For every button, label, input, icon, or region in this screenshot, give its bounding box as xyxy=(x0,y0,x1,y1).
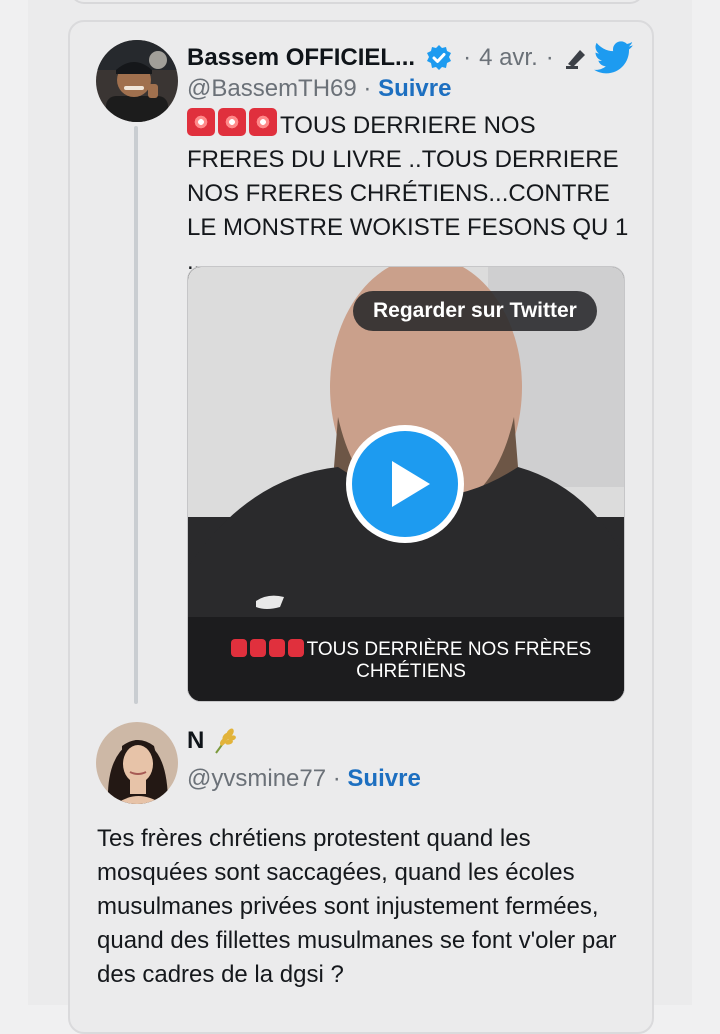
author-name[interactable]: Bassem OFFICIEL... xyxy=(187,44,415,72)
siren-emoji-icon xyxy=(249,108,277,136)
wheat-icon xyxy=(215,728,237,754)
reply-author-name[interactable]: N xyxy=(187,727,204,755)
watch-on-twitter-button[interactable]: Regarder sur Twitter xyxy=(353,291,597,331)
reply-author-handle[interactable]: @yvsmine77 xyxy=(187,765,326,792)
video-player[interactable]: Regarder sur Twitter TOUS DERRIÈRE NOS F… xyxy=(187,266,625,702)
separator: · xyxy=(363,75,372,102)
reply-follow-button[interactable]: Suivre xyxy=(347,765,420,792)
thread-line xyxy=(134,126,138,704)
twitter-bird-icon[interactable] xyxy=(593,41,634,75)
video-caption-text: TOUS DERRIÈRE NOS FRÈRES CHRÉTIENS xyxy=(306,639,592,682)
separator: · xyxy=(332,765,341,792)
siren-emoji-icon xyxy=(249,639,266,657)
play-icon xyxy=(352,431,458,537)
follow-button[interactable]: Suivre xyxy=(378,75,451,102)
reply-text: Tes frères chrétiens protestent quand le… xyxy=(97,825,617,988)
tweet-body: TOUS DERRIERE NOS FRERES DU LIVRE ..TOUS… xyxy=(187,112,629,275)
caret-icon[interactable] xyxy=(564,46,588,70)
author-avatar[interactable] xyxy=(96,40,178,122)
siren-emoji-icon xyxy=(268,639,285,657)
separator: · xyxy=(545,44,554,71)
tweet-date[interactable]: 4 avr. xyxy=(479,44,538,72)
verified-badge-icon xyxy=(427,45,452,70)
reply-handle-row: @yvsmine77 · Suivre xyxy=(187,765,421,793)
siren-emoji-icon xyxy=(218,108,246,136)
tweet-header: Bassem OFFICIEL... · 4 avr. · xyxy=(187,38,634,78)
previous-card-edge xyxy=(70,0,644,4)
siren-emoji-icon xyxy=(287,639,304,657)
tweet-text: TOUS DERRIERE NOS FRERES DU LIVRE ..TOUS… xyxy=(187,108,637,279)
right-gutter xyxy=(692,0,720,1005)
left-gutter xyxy=(0,0,28,1005)
play-button[interactable] xyxy=(346,425,464,543)
siren-emoji-icon xyxy=(230,639,247,657)
siren-emoji-icon xyxy=(187,108,215,136)
reply-name-row: N xyxy=(187,727,238,755)
author-handle[interactable]: @BassemTH69 xyxy=(187,75,357,102)
reply-author-avatar[interactable] xyxy=(96,722,178,804)
tweet-handle-row: @BassemTH69 · Suivre xyxy=(187,75,451,103)
video-caption: TOUS DERRIÈRE NOS FRÈRES CHRÉTIENS xyxy=(216,639,606,683)
separator: · xyxy=(463,44,472,71)
